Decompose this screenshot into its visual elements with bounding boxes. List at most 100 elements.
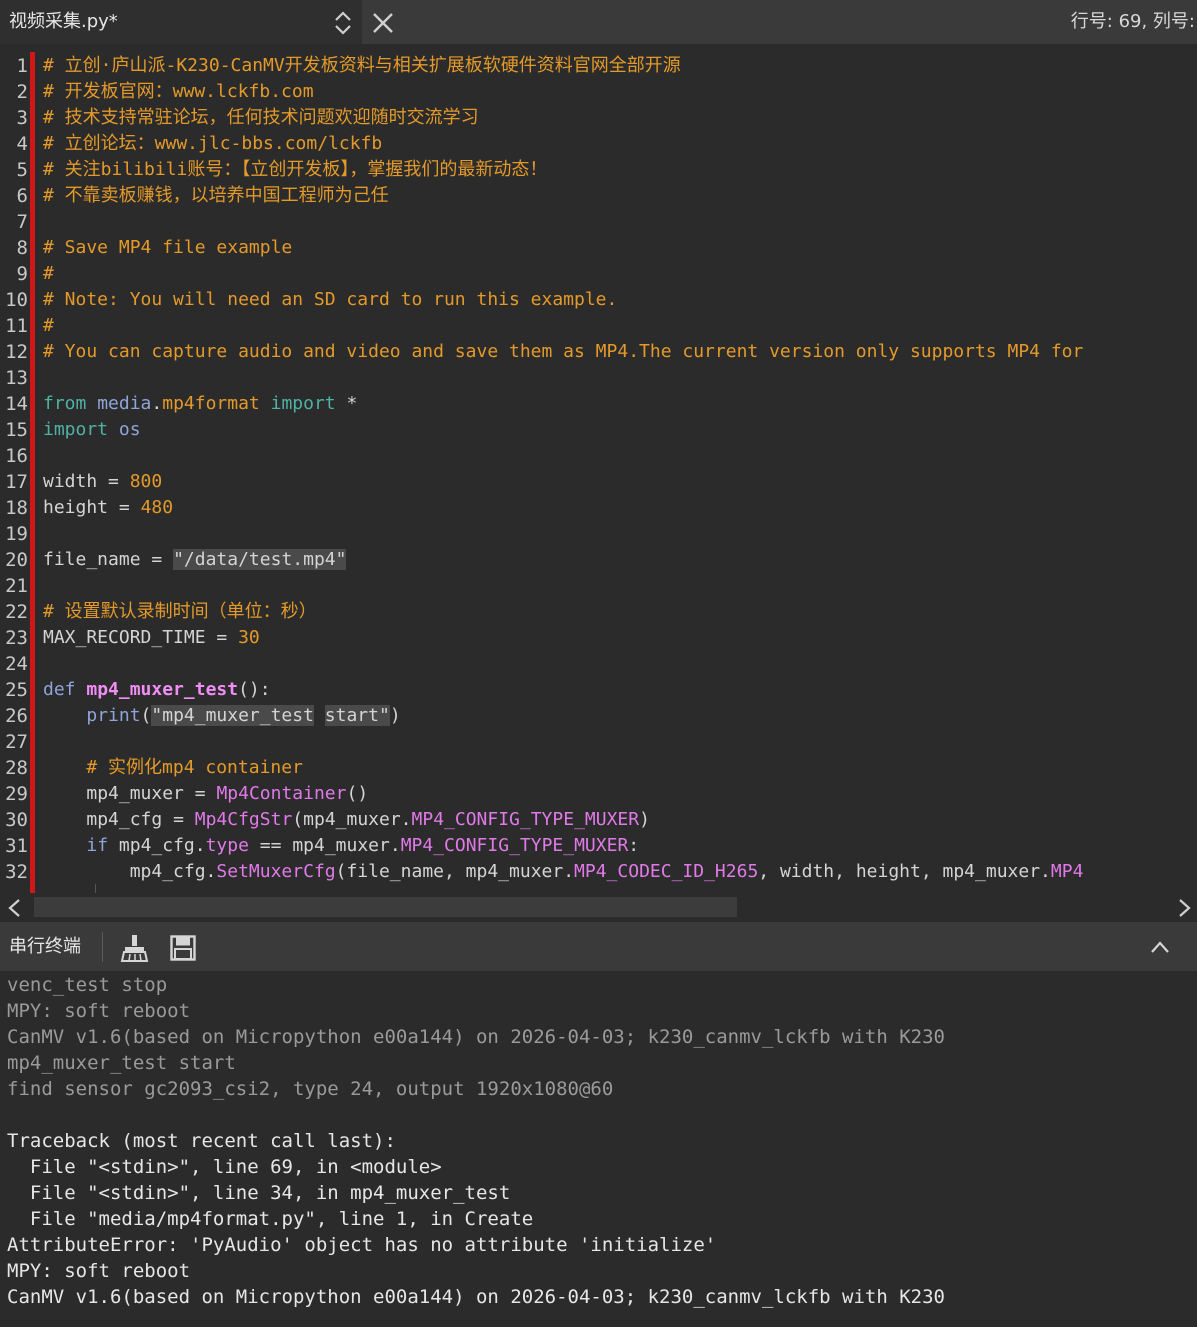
code-text: def mp4_muxer_test(): [43,677,271,703]
operator: = [173,809,184,830]
code-line: 28 # 实例化mp4 container [0,755,1197,781]
line-number: 20 [5,549,28,571]
line-number: 15 [5,419,28,441]
file-tab[interactable]: 视频采集.py* [0,0,362,44]
save-log-icon[interactable] [170,935,196,961]
identifier: MAX_RECORD_TIME [43,627,206,648]
code-punct: (): [238,679,271,700]
identifier: mp4_cfg. [129,861,217,882]
line-number: 7 [16,211,28,233]
code-comment: # 开发板官网：www.lckfb.com [43,81,314,102]
code-punct: () [346,783,369,804]
code-punct: ( [292,809,304,830]
code-args: , width, height, mp4_muxer. [758,861,1051,882]
indent-guide [95,884,96,893]
line-number: 4 [16,133,28,155]
toolbar-divider [102,932,103,962]
terminal-line: File "media/mp4format.py", line 1, in Cr… [7,1208,534,1230]
line-number: 31 [5,835,28,857]
code-line: 4 # 立创论坛：www.jlc-bbs.com/lckfb [0,131,1197,157]
terminal-line: MPY: soft reboot [7,1000,191,1022]
editor-tab-bar: 视频采集.py* 行号: 69, 列号: [0,0,1197,44]
keyword: def [43,679,76,700]
line-number: 25 [5,679,28,701]
serial-terminal-output[interactable]: venc_test stop MPY: soft reboot CanMV v1… [0,971,1197,1327]
string-literal: "/data/test.mp4" [173,549,347,570]
line-number: 17 [5,471,28,493]
code-line: 5 # 关注bilibili账号：【立创开发板】，掌握我们的最新动态！ [0,157,1197,183]
identifier: mp4_muxer [86,783,184,804]
code-line: 29 mp4_muxer = Mp4Container() [0,781,1197,807]
string-literal: start" [324,705,390,726]
code-line: 9 # [0,261,1197,287]
code-comment: # 设置默认录制时间（单位：秒） [43,601,317,622]
code-comment: # [43,315,54,336]
code-editor[interactable]: 1 # 立创·庐山派-K230-CanMV开发板资料与相关扩展板软硬件资料官网全部… [0,44,1197,893]
line-number: 19 [5,523,28,545]
code-line: 11 # [0,313,1197,339]
code-punct: ) [389,705,401,726]
attribute-name: MP4_CODEC_ID_H265 [574,861,759,882]
clear-terminal-icon[interactable] [119,934,151,962]
line-number: 10 [5,289,28,311]
code-line: 18 height = 480 [0,495,1197,521]
code-punct: . [151,393,163,414]
terminal-lines: venc_test stop MPY: soft reboot CanMV v1… [7,972,945,1310]
terminal-line: mp4_muxer_test start [7,1052,236,1074]
code-args: (file_name, mp4_muxer. [335,861,575,882]
line-number: 11 [5,315,28,337]
identifier: mp4_cfg [86,809,163,830]
code-line: 24 [0,651,1197,677]
scrollbar-thumb[interactable] [34,897,737,917]
number-literal: 800 [129,471,163,492]
builtin-name: print [86,705,141,726]
line-number: 28 [5,757,28,779]
code-text: width = 800 [43,469,162,495]
code-text: import os [43,417,141,443]
code-line: 1 # 立创·庐山派-K230-CanMV开发板资料与相关扩展板软硬件资料官网全部… [0,53,1197,79]
code-text: file_name = "/data/test.mp4" [43,547,347,573]
class-name: Mp4CfgStr [194,809,293,830]
identifier: width [43,471,98,492]
line-number: 18 [5,497,28,519]
code-line: 26 print("mp4_muxer_test start") [0,703,1197,729]
code-line: 14 from media.mp4format import * [0,391,1197,417]
code-text: from media.mp4format import * [43,391,357,417]
terminal-title: 串行终端 [9,936,81,957]
chevron-up-icon[interactable] [1149,938,1171,956]
horizontal-scrollbar[interactable] [0,893,1197,921]
code-comment: # 关注bilibili账号：【立创开发板】，掌握我们的最新动态！ [43,159,548,180]
scroll-left-icon[interactable] [4,897,26,919]
code-punct: * [346,393,358,414]
operator: == [259,835,282,856]
code-line: 23 MAX_RECORD_TIME = 30 [0,625,1197,651]
code-text: if mp4_cfg.type == mp4_muxer.MP4_CONFIG_… [43,833,639,859]
code-text: # 实例化mp4 container [43,755,303,781]
code-comment: # [43,263,54,284]
close-tab-icon[interactable] [366,6,400,40]
code-line: 32 mp4_cfg.SetMuxerCfg(file_name, mp4_mu… [0,859,1197,885]
identifier: mp4_cfg. [118,835,206,856]
tab-switch-arrows-icon[interactable] [332,10,354,36]
number-literal: 30 [238,627,260,648]
keyword: if [86,835,109,856]
terminal-line: Traceback (most recent call last): [7,1130,396,1152]
attribute-name: type [205,835,249,856]
operator: = [118,497,130,518]
scroll-right-icon[interactable] [1173,897,1195,919]
code-line: 19 [0,521,1197,547]
class-name: Mp4Container [216,783,347,804]
line-number: 24 [5,653,28,675]
terminal-line: MPY: soft reboot [7,1260,191,1282]
operator: = [108,471,119,492]
method-name: SetMuxerCfg [216,861,336,882]
code-text: MAX_RECORD_TIME = 30 [43,625,260,651]
module-name: os [118,419,141,440]
code-text: print("mp4_muxer_test start") [43,703,401,729]
terminal-line: CanMV v1.6(based on Micropython e00a144)… [7,1026,945,1048]
line-number: 21 [5,575,28,597]
code-line: 27 [0,729,1197,755]
terminal-line: find sensor gc2093_csi2, type 24, output… [7,1078,614,1100]
code-line: 13 [0,365,1197,391]
